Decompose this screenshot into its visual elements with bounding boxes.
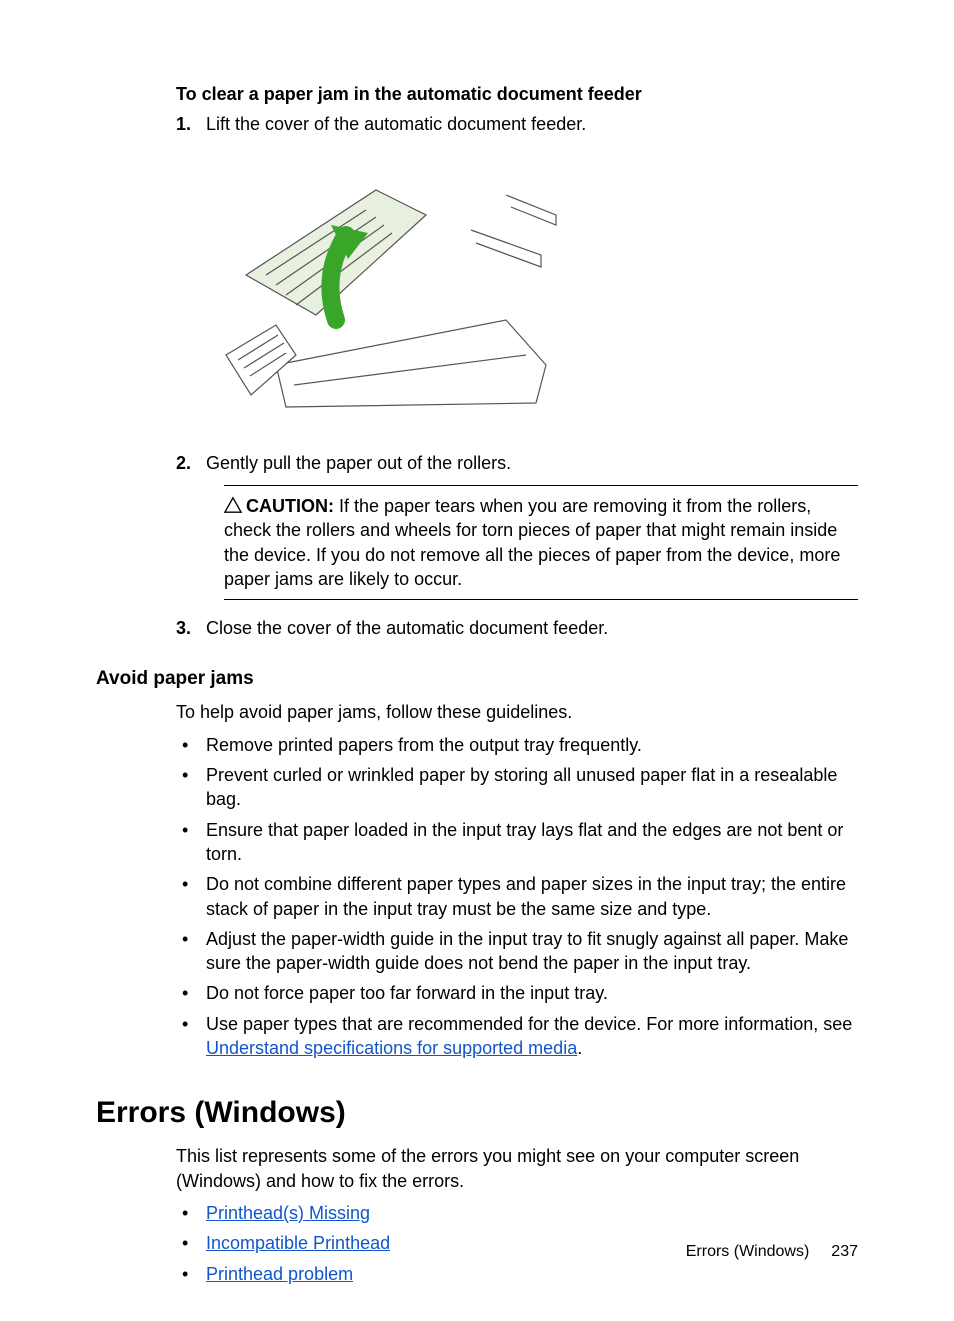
list-text: Prevent curled or wrinkled paper by stor…	[206, 763, 858, 812]
link-supported-media[interactable]: Understand specifications for supported …	[206, 1038, 577, 1058]
list-item: •Ensure that paper loaded in the input t…	[176, 818, 858, 867]
step-body: Lift the cover of the automatic document…	[206, 112, 858, 444]
bullet-icon: •	[176, 763, 206, 812]
step-number: 1.	[176, 112, 206, 444]
section-avoid: To help avoid paper jams, follow these g…	[176, 700, 858, 1060]
list-text: Do not force paper too far forward in th…	[206, 981, 858, 1005]
link-incompatible-printhead[interactable]: Incompatible Printhead	[206, 1233, 390, 1253]
list-item: •Use paper types that are recommended fo…	[176, 1012, 858, 1061]
caution-triangle-icon	[224, 496, 242, 514]
steps-list: 1. Lift the cover of the automatic docum…	[176, 112, 858, 640]
list-item: •Do not force paper too far forward in t…	[176, 981, 858, 1005]
footer-page-number: 237	[831, 1243, 858, 1260]
step-text: Lift the cover of the automatic document…	[206, 114, 586, 134]
avoid-guidelines-list: •Remove printed papers from the output t…	[176, 733, 858, 1061]
step-text: Close the cover of the automatic documen…	[206, 618, 608, 638]
step-2: 2. Gently pull the paper out of the roll…	[176, 451, 858, 610]
bullet-icon: •	[176, 1012, 206, 1061]
bullet-icon: •	[176, 1262, 206, 1286]
section-clear-jam: To clear a paper jam in the automatic do…	[176, 83, 858, 640]
list-text: Do not combine different paper types and…	[206, 872, 858, 921]
step-body: Close the cover of the automatic documen…	[206, 616, 858, 640]
list-item: •Remove printed papers from the output t…	[176, 733, 858, 757]
step-text: Gently pull the paper out of the rollers…	[206, 453, 511, 473]
step-body: Gently pull the paper out of the rollers…	[206, 451, 858, 610]
section-errors-heading: Errors (Windows)	[96, 1096, 858, 1130]
list-item: •Printhead(s) Missing	[176, 1201, 858, 1225]
step-3: 3. Close the cover of the automatic docu…	[176, 616, 858, 640]
section-avoid-heading: Avoid paper jams	[96, 668, 858, 690]
link-printhead-missing[interactable]: Printhead(s) Missing	[206, 1203, 370, 1223]
avoid-intro: To help avoid paper jams, follow these g…	[176, 700, 858, 724]
document-page: To clear a paper jam in the automatic do…	[0, 0, 954, 1321]
list-item: •Printhead problem	[176, 1262, 858, 1286]
section-title: To clear a paper jam in the automatic do…	[176, 83, 858, 106]
adf-lift-cover-illustration	[206, 155, 566, 415]
bullet-icon: •	[176, 872, 206, 921]
bullet-icon: •	[176, 1201, 206, 1225]
printer-illustration-svg	[206, 155, 566, 415]
bullet-icon: •	[176, 981, 206, 1005]
page-footer: Errors (Windows) 237	[686, 1243, 858, 1261]
section-errors: This list represents some of the errors …	[176, 1144, 858, 1285]
errors-intro: This list represents some of the errors …	[176, 1144, 858, 1193]
caution-label: CAUTION:	[246, 496, 334, 516]
step-number: 2.	[176, 451, 206, 610]
bullet-icon: •	[176, 818, 206, 867]
list-item: •Prevent curled or wrinkled paper by sto…	[176, 763, 858, 812]
list-text: Adjust the paper-width guide in the inpu…	[206, 927, 858, 976]
step-number: 3.	[176, 616, 206, 640]
list-text: Remove printed papers from the output tr…	[206, 733, 858, 757]
list-item: •Do not combine different paper types an…	[176, 872, 858, 921]
caution-box: CAUTION: If the paper tears when you are…	[224, 485, 858, 600]
list-text: Ensure that paper loaded in the input tr…	[206, 818, 858, 867]
list-text: Use paper types that are recommended for…	[206, 1012, 858, 1061]
footer-section-label: Errors (Windows)	[686, 1243, 810, 1260]
bullet-icon: •	[176, 1231, 206, 1255]
step-1: 1. Lift the cover of the automatic docum…	[176, 112, 858, 444]
bullet-icon: •	[176, 927, 206, 976]
bullet-icon: •	[176, 733, 206, 757]
list-item: •Adjust the paper-width guide in the inp…	[176, 927, 858, 976]
link-printhead-problem[interactable]: Printhead problem	[206, 1264, 353, 1284]
